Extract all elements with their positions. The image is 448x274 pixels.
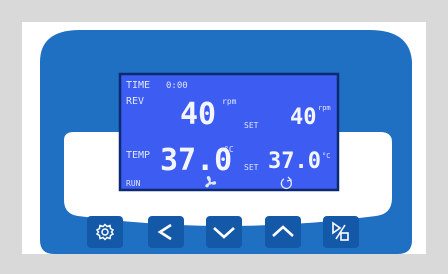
settings-button[interactable]	[87, 216, 123, 248]
time-label: TIME	[126, 80, 150, 91]
rev-label: REV	[126, 96, 144, 107]
time-value: 0:00	[166, 81, 188, 91]
up-button[interactable]	[265, 216, 301, 248]
rev-set-label: SET	[244, 121, 259, 130]
run-label: RUN	[126, 179, 141, 188]
temp-set-value: 37.0	[268, 149, 321, 174]
temp-value: 37.0	[160, 143, 232, 178]
rev-unit: rpm	[222, 97, 237, 106]
down-button[interactable]	[206, 216, 242, 248]
temp-set-label: SET	[244, 163, 259, 172]
control-panel: TIME 0:00 REV 40 rpm SET 40 rpm TEMP 37.…	[40, 30, 412, 254]
start-stop-button[interactable]	[323, 216, 359, 248]
temp-unit: °C	[224, 145, 234, 154]
rev-set-unit: rpm	[318, 104, 331, 112]
temp-set-unit: °C	[322, 152, 330, 160]
left-button[interactable]	[148, 216, 184, 248]
rev-value: 40	[180, 97, 216, 132]
rev-set-value: 40	[290, 105, 317, 130]
temp-label: TEMP	[126, 150, 150, 161]
